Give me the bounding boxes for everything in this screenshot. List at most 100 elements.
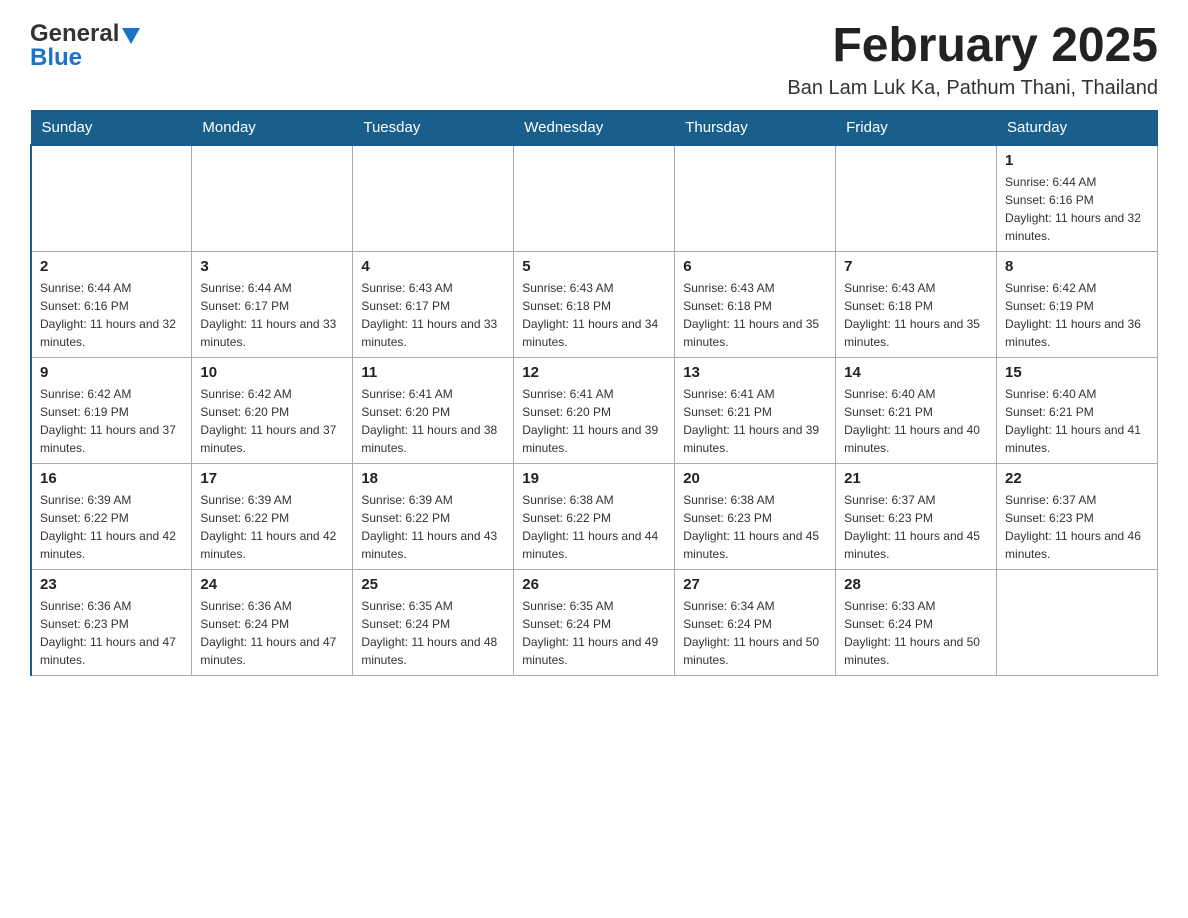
day-info: Sunrise: 6:37 AM Sunset: 6:23 PM Dayligh… [844,491,988,563]
day-number: 18 [361,470,505,487]
calendar-day-cell: 7 Sunrise: 6:43 AM Sunset: 6:18 PM Daylig… [836,251,997,357]
day-info: Sunrise: 6:35 AM Sunset: 6:24 PM Dayligh… [361,597,505,669]
day-info: Sunrise: 6:44 AM Sunset: 6:16 PM Dayligh… [40,279,183,351]
day-number: 27 [683,576,827,593]
day-number: 15 [1005,364,1149,381]
day-number: 22 [1005,470,1149,487]
calendar-day-cell: 6 Sunrise: 6:43 AM Sunset: 6:18 PM Daylig… [675,251,836,357]
day-number: 11 [361,364,505,381]
calendar-day-header: Wednesday [514,110,675,145]
calendar-day-cell: 5 Sunrise: 6:43 AM Sunset: 6:18 PM Daylig… [514,251,675,357]
calendar-day-cell: 26 Sunrise: 6:35 AM Sunset: 6:24 PM Dayli… [514,569,675,675]
day-info: Sunrise: 6:40 AM Sunset: 6:21 PM Dayligh… [844,385,988,457]
day-number: 5 [522,258,666,275]
calendar-day-cell: 10 Sunrise: 6:42 AM Sunset: 6:20 PM Dayli… [192,357,353,463]
day-info: Sunrise: 6:42 AM Sunset: 6:20 PM Dayligh… [200,385,344,457]
day-number: 4 [361,258,505,275]
day-info: Sunrise: 6:36 AM Sunset: 6:24 PM Dayligh… [200,597,344,669]
day-info: Sunrise: 6:44 AM Sunset: 6:16 PM Dayligh… [1005,173,1149,245]
calendar-day-cell: 9Sunrise: 6:42 AM Sunset: 6:19 PM Daylig… [31,357,192,463]
day-number: 26 [522,576,666,593]
calendar-day-header: Tuesday [353,110,514,145]
calendar-day-header: Sunday [31,110,192,145]
day-number: 6 [683,258,827,275]
calendar-day-cell: 11 Sunrise: 6:41 AM Sunset: 6:20 PM Dayli… [353,357,514,463]
calendar-day-header: Friday [836,110,997,145]
day-number: 1 [1005,152,1149,169]
day-number: 19 [522,470,666,487]
calendar-day-cell: 25 Sunrise: 6:35 AM Sunset: 6:24 PM Dayli… [353,569,514,675]
logo-blue-text: Blue [30,44,82,72]
calendar-week-row: 2Sunrise: 6:44 AM Sunset: 6:16 PM Daylig… [31,251,1158,357]
day-info: Sunrise: 6:33 AM Sunset: 6:24 PM Dayligh… [844,597,988,669]
calendar-day-cell: 14Sunrise: 6:40 AM Sunset: 6:21 PM Dayli… [836,357,997,463]
day-info: Sunrise: 6:37 AM Sunset: 6:23 PM Dayligh… [1005,491,1149,563]
day-info: Sunrise: 6:35 AM Sunset: 6:24 PM Dayligh… [522,597,666,669]
day-info: Sunrise: 6:40 AM Sunset: 6:21 PM Dayligh… [1005,385,1149,457]
day-info: Sunrise: 6:44 AM Sunset: 6:17 PM Dayligh… [200,279,344,351]
calendar-day-cell: 17Sunrise: 6:39 AM Sunset: 6:22 PM Dayli… [192,463,353,569]
logo-triangle-icon [122,28,140,44]
calendar-day-cell [675,145,836,252]
day-number: 10 [200,364,344,381]
calendar-table: SundayMondayTuesdayWednesdayThursdayFrid… [30,110,1158,676]
day-number: 25 [361,576,505,593]
calendar-day-header: Thursday [675,110,836,145]
calendar-day-cell: 22 Sunrise: 6:37 AM Sunset: 6:23 PM Dayli… [997,463,1158,569]
day-number: 16 [40,470,183,487]
calendar-day-cell: 4 Sunrise: 6:43 AM Sunset: 6:17 PM Daylig… [353,251,514,357]
day-info: Sunrise: 6:43 AM Sunset: 6:18 PM Dayligh… [683,279,827,351]
day-info: Sunrise: 6:39 AM Sunset: 6:22 PM Dayligh… [361,491,505,563]
calendar-day-cell: 28 Sunrise: 6:33 AM Sunset: 6:24 PM Dayli… [836,569,997,675]
calendar-day-cell [353,145,514,252]
calendar-day-cell [192,145,353,252]
day-info: Sunrise: 6:42 AM Sunset: 6:19 PM Dayligh… [1005,279,1149,351]
day-number: 21 [844,470,988,487]
calendar-day-cell [31,145,192,252]
calendar-day-cell [514,145,675,252]
calendar-week-row: 1 Sunrise: 6:44 AM Sunset: 6:16 PM Daylig… [31,145,1158,252]
day-info: Sunrise: 6:43 AM Sunset: 6:18 PM Dayligh… [844,279,988,351]
day-info: Sunrise: 6:43 AM Sunset: 6:17 PM Dayligh… [361,279,505,351]
day-info: Sunrise: 6:34 AM Sunset: 6:24 PM Dayligh… [683,597,827,669]
day-number: 20 [683,470,827,487]
calendar-day-header: Monday [192,110,353,145]
calendar-day-cell: 1 Sunrise: 6:44 AM Sunset: 6:16 PM Daylig… [997,145,1158,252]
logo: General Blue [30,20,140,72]
day-number: 12 [522,364,666,381]
calendar-week-row: 9Sunrise: 6:42 AM Sunset: 6:19 PM Daylig… [31,357,1158,463]
day-info: Sunrise: 6:36 AM Sunset: 6:23 PM Dayligh… [40,597,183,669]
calendar-week-row: 16 Sunrise: 6:39 AM Sunset: 6:22 PM Dayli… [31,463,1158,569]
day-info: Sunrise: 6:38 AM Sunset: 6:23 PM Dayligh… [683,491,827,563]
calendar-day-cell: 20 Sunrise: 6:38 AM Sunset: 6:23 PM Dayli… [675,463,836,569]
day-number: 23 [40,576,183,593]
calendar-day-cell: 16 Sunrise: 6:39 AM Sunset: 6:22 PM Dayli… [31,463,192,569]
day-number: 7 [844,258,988,275]
day-info: Sunrise: 6:39 AM Sunset: 6:22 PM Dayligh… [40,491,183,563]
location-subtitle: Ban Lam Luk Ka, Pathum Thani, Thailand [787,77,1158,100]
calendar-week-row: 23 Sunrise: 6:36 AM Sunset: 6:23 PM Dayli… [31,569,1158,675]
day-number: 13 [683,364,827,381]
calendar-day-cell: 3 Sunrise: 6:44 AM Sunset: 6:17 PM Daylig… [192,251,353,357]
day-number: 17 [200,470,344,487]
day-info: Sunrise: 6:41 AM Sunset: 6:21 PM Dayligh… [683,385,827,457]
day-number: 28 [844,576,988,593]
day-number: 3 [200,258,344,275]
calendar-day-cell: 21 Sunrise: 6:37 AM Sunset: 6:23 PM Dayli… [836,463,997,569]
calendar-day-cell: 18 Sunrise: 6:39 AM Sunset: 6:22 PM Dayli… [353,463,514,569]
day-info: Sunrise: 6:42 AM Sunset: 6:19 PM Dayligh… [40,385,183,457]
day-info: Sunrise: 6:41 AM Sunset: 6:20 PM Dayligh… [522,385,666,457]
calendar-day-cell [997,569,1158,675]
calendar-day-cell [836,145,997,252]
page-header: General Blue February 2025 Ban Lam Luk K… [30,20,1158,100]
month-title: February 2025 [787,20,1158,73]
day-info: Sunrise: 6:43 AM Sunset: 6:18 PM Dayligh… [522,279,666,351]
day-info: Sunrise: 6:41 AM Sunset: 6:20 PM Dayligh… [361,385,505,457]
calendar-day-cell: 8 Sunrise: 6:42 AM Sunset: 6:19 PM Daylig… [997,251,1158,357]
calendar-day-cell: 24Sunrise: 6:36 AM Sunset: 6:24 PM Dayli… [192,569,353,675]
calendar-day-cell: 19Sunrise: 6:38 AM Sunset: 6:22 PM Dayli… [514,463,675,569]
calendar-header-row: SundayMondayTuesdayWednesdayThursdayFrid… [31,110,1158,145]
calendar-day-cell: 23 Sunrise: 6:36 AM Sunset: 6:23 PM Dayli… [31,569,192,675]
calendar-day-cell: 13 Sunrise: 6:41 AM Sunset: 6:21 PM Dayli… [675,357,836,463]
day-number: 8 [1005,258,1149,275]
